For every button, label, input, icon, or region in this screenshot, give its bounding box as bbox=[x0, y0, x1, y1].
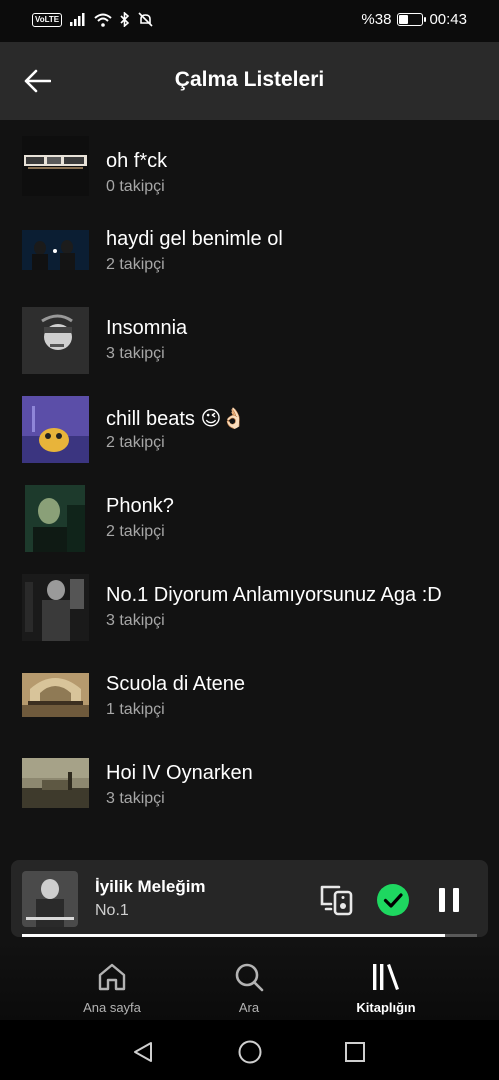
playlist-cover bbox=[25, 485, 85, 552]
now-playing-bar[interactable]: İyilik Meleğim No.1 bbox=[11, 860, 488, 937]
playlist-cover bbox=[22, 574, 89, 641]
pause-icon bbox=[439, 888, 459, 912]
now-playing-cover bbox=[22, 871, 78, 927]
search-icon bbox=[235, 963, 264, 992]
signal-icon bbox=[70, 13, 85, 26]
playlist-cover bbox=[22, 307, 89, 374]
playlist-title: Hoi IV Oynarken bbox=[106, 762, 253, 784]
playlist-followers: 0 takipçi bbox=[106, 178, 165, 195]
now-playing-artist: No.1 bbox=[95, 902, 129, 919]
clock: 00:43 bbox=[429, 11, 467, 28]
playlist-followers: 3 takipçi bbox=[106, 612, 165, 629]
home-icon bbox=[98, 963, 126, 991]
playlist-cover bbox=[22, 136, 89, 196]
check-circle-icon bbox=[377, 884, 409, 916]
playback-progress-fill bbox=[22, 934, 446, 937]
circle-home-icon bbox=[238, 1040, 262, 1064]
playlist-cover bbox=[22, 396, 89, 463]
mute-bell-icon bbox=[138, 12, 153, 27]
playlist-row[interactable]: Insomnia 3 takipçi bbox=[0, 305, 499, 389]
playlist-followers: 1 takipçi bbox=[106, 701, 165, 718]
playlist-title: chill beats 😉👌🏻 bbox=[106, 408, 247, 430]
playlist-followers: 2 takipçi bbox=[106, 256, 165, 273]
header: Çalma Listeleri bbox=[0, 42, 499, 120]
nav-library-label: Kitaplığın bbox=[356, 1000, 416, 1015]
nav-home[interactable]: Ana sayfa bbox=[62, 960, 162, 1015]
battery-icon bbox=[397, 13, 427, 26]
nav-home-label: Ana sayfa bbox=[83, 1000, 141, 1015]
playlist-cover bbox=[22, 673, 89, 717]
playlist-followers: 3 takipçi bbox=[106, 790, 165, 807]
playlist-row[interactable]: Hoi IV Oynarken 3 takipçi bbox=[0, 750, 499, 834]
status-bar: VoLTE %38 00:43 bbox=[0, 0, 499, 42]
system-recents-button[interactable] bbox=[341, 1038, 369, 1066]
playlist-title: haydi gel benimle ol bbox=[106, 228, 283, 250]
battery-fill bbox=[399, 15, 408, 24]
playlist-row[interactable]: chill beats 😉👌🏻 2 takipçi bbox=[0, 394, 499, 478]
system-back-button[interactable] bbox=[129, 1038, 157, 1066]
square-recents-icon bbox=[345, 1042, 365, 1062]
playlist-title: Scuola di Atene bbox=[106, 673, 245, 695]
status-left: VoLTE bbox=[32, 12, 153, 27]
playlist-title: Insomnia bbox=[106, 317, 188, 339]
nav-search[interactable]: Ara bbox=[199, 960, 299, 1015]
now-playing-title: İyilik Meleğim bbox=[95, 877, 206, 896]
playlist-cover bbox=[22, 758, 89, 808]
nav-library[interactable]: Kitaplığın bbox=[336, 960, 436, 1015]
nav-search-label: Ara bbox=[238, 1000, 260, 1015]
playlist-followers: 3 takipçi bbox=[106, 345, 165, 362]
playlist-row[interactable]: haydi gel benimle ol 2 takipçi bbox=[0, 216, 499, 300]
bottom-nav: Ana sayfa Ara Kitaplığın bbox=[0, 940, 499, 1020]
saved-check-button[interactable] bbox=[375, 882, 411, 918]
playlist-followers: 2 takipçi bbox=[106, 523, 165, 540]
pause-button[interactable] bbox=[431, 882, 467, 918]
playlist-followers: 2 takipçi bbox=[106, 434, 165, 451]
playlist-row[interactable]: No.1 Diyorum Anlamıyorsunuz Aga :D 3 tak… bbox=[0, 572, 499, 656]
bluetooth-icon bbox=[120, 12, 130, 27]
triangle-back-icon bbox=[134, 1042, 152, 1062]
system-home-button[interactable] bbox=[236, 1038, 264, 1066]
playlist-row[interactable]: oh f*ck 0 takipçi bbox=[0, 128, 499, 212]
playback-progress[interactable] bbox=[22, 934, 477, 937]
system-nav-bar bbox=[0, 1020, 499, 1080]
playlist-cover bbox=[22, 230, 89, 270]
volte-icon: VoLTE bbox=[32, 12, 63, 27]
playlist-title: Phonk? bbox=[106, 495, 174, 517]
connect-device-button[interactable] bbox=[319, 882, 355, 918]
status-right: %38 00:43 bbox=[361, 11, 467, 28]
playlist-row[interactable]: Scuola di Atene 1 takipçi bbox=[0, 661, 499, 745]
playlist-title: oh f*ck bbox=[106, 150, 168, 172]
wifi-icon bbox=[94, 13, 112, 27]
battery-percent: %38 bbox=[361, 11, 392, 28]
library-icon bbox=[373, 964, 399, 990]
playlist-title: No.1 Diyorum Anlamıyorsunuz Aga :D bbox=[106, 584, 442, 606]
playlist-row[interactable]: Phonk? 2 takipçi bbox=[0, 483, 499, 567]
devices-icon bbox=[320, 885, 353, 916]
page-title: Çalma Listeleri bbox=[174, 68, 325, 91]
